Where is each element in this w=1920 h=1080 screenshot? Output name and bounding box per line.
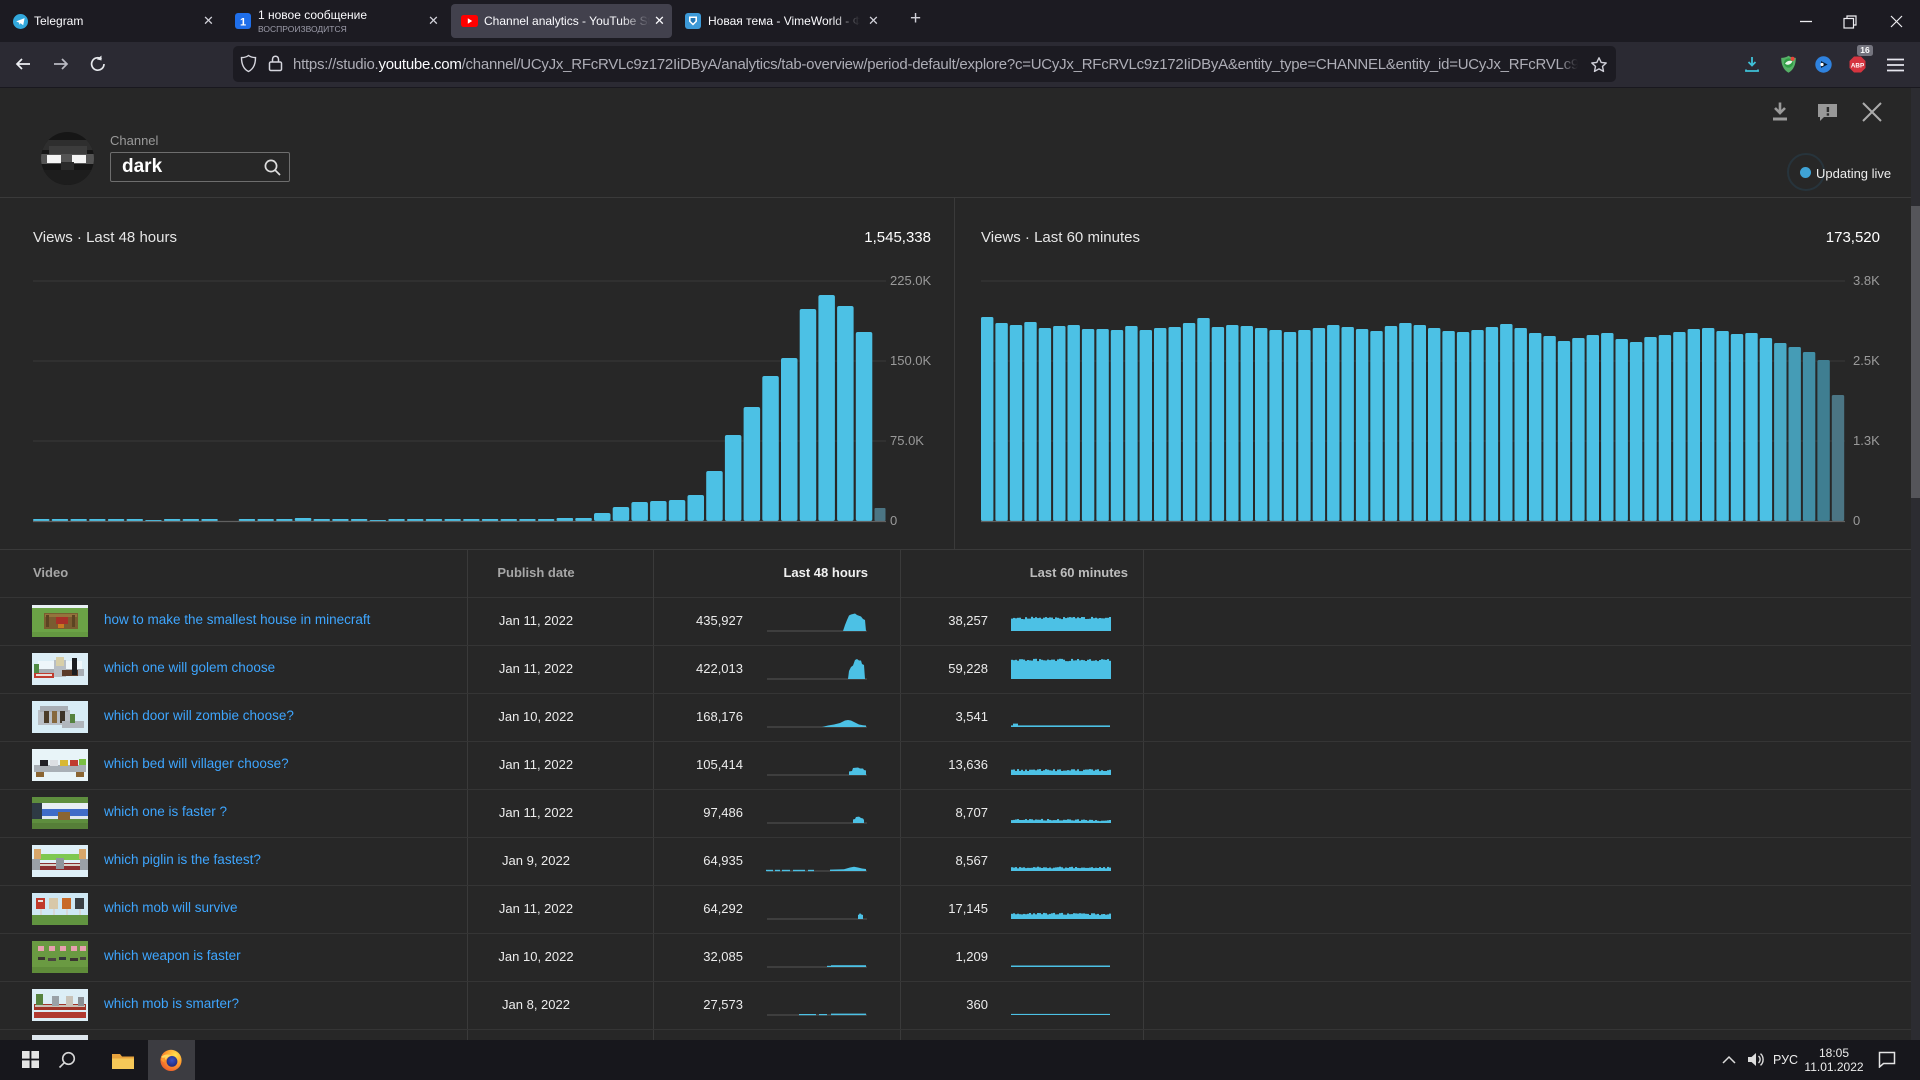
svg-text:ABP: ABP — [1851, 63, 1864, 70]
svg-text:1: 1 — [240, 17, 246, 29]
